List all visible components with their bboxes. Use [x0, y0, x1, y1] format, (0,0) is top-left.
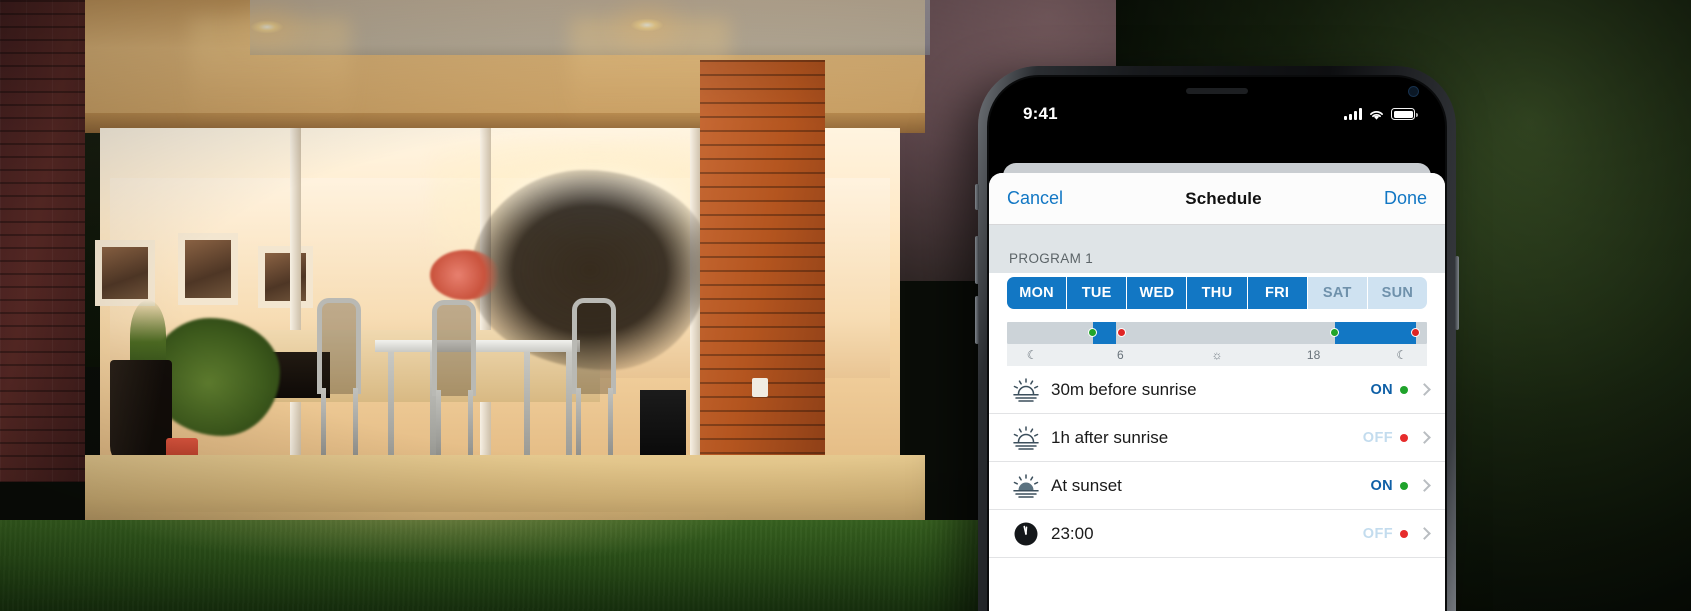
day-toggle-sun[interactable]: SUN	[1367, 277, 1427, 309]
wall-picture	[178, 233, 238, 305]
clock-icon	[1007, 521, 1045, 547]
chevron-right-icon[interactable]	[1418, 383, 1431, 396]
pink-flowers	[430, 250, 500, 300]
power-button[interactable]	[1455, 256, 1459, 330]
black-planter	[110, 360, 172, 468]
table-leg	[388, 352, 394, 462]
chair-leg	[436, 390, 441, 460]
wall-switch-plate	[752, 378, 768, 397]
chevron-right-icon[interactable]	[1418, 527, 1431, 540]
chair-leg	[353, 388, 358, 458]
volume-down-button[interactable]	[975, 296, 979, 344]
silent-switch[interactable]	[975, 184, 979, 210]
timeline-block[interactable]	[1334, 322, 1417, 344]
status-dot-icon	[1400, 529, 1408, 538]
wall-picture	[95, 240, 155, 306]
table-leg	[524, 352, 530, 457]
section-header-program: PROGRAM 1	[989, 225, 1445, 273]
chair-back	[572, 298, 616, 394]
chair-back	[432, 300, 476, 396]
axis-tick-18: 18	[1306, 348, 1321, 362]
status-dot-icon	[1400, 385, 1408, 394]
chair-leg	[608, 388, 613, 458]
timeline-marker-off[interactable]	[1411, 328, 1421, 337]
lawn-light-spill	[120, 512, 740, 562]
status-indicators	[1344, 108, 1418, 121]
chair-leg	[321, 388, 326, 458]
chevron-right-icon[interactable]	[1418, 431, 1431, 444]
day-toggle-thu[interactable]: THU	[1187, 277, 1248, 309]
status-badge: OFF	[1362, 429, 1393, 446]
list-item-label: 1h after sunrise	[1051, 427, 1169, 447]
status-badge: ON	[1370, 477, 1393, 494]
status-time: 9:41	[1023, 104, 1058, 123]
list-item[interactable]: At sunset ON	[989, 462, 1445, 510]
brick-pier-left	[0, 0, 85, 482]
wifi-icon	[1370, 110, 1383, 120]
window-mullion	[290, 128, 301, 458]
day-toggle-sat[interactable]: SAT	[1307, 277, 1368, 309]
list-item[interactable]: 23:00 OFF	[989, 510, 1445, 558]
status-dot-icon	[1400, 433, 1408, 442]
sunrise-icon	[1007, 425, 1045, 451]
list-item[interactable]: 30m before sunrise ON	[989, 366, 1445, 414]
schedule-list: 30m before sunrise ON 1h after sunrise O…	[989, 366, 1445, 558]
patio-chair	[305, 298, 375, 458]
moon-icon: ☾	[1396, 348, 1408, 362]
list-item-label: 30m before sunrise	[1051, 379, 1197, 399]
sheet-navbar: Cancel Schedule Done	[989, 173, 1445, 225]
timeline-marker-on[interactable]	[1087, 328, 1097, 337]
brick-pier-right	[700, 60, 825, 480]
timeline-marker-on[interactable]	[1329, 328, 1339, 337]
day-toggle-mon[interactable]: MON	[1007, 277, 1068, 309]
list-item-label: At sunset	[1051, 475, 1122, 495]
earpiece-speaker-icon	[1186, 88, 1248, 94]
timeline-marker-off[interactable]	[1117, 328, 1127, 337]
patio-chair	[420, 300, 490, 460]
moon-icon: ☾	[1026, 348, 1038, 362]
status-badge: ON	[1370, 381, 1393, 398]
battery-icon	[1391, 108, 1418, 120]
timeline-axis: ☾ 6 ☼ 18 ☾	[1007, 344, 1427, 366]
page-title: Schedule	[1185, 188, 1262, 208]
timeline-track[interactable]	[1007, 322, 1427, 344]
schedule-sheet: Cancel Schedule Done PROGRAM 1 MON TUE W…	[989, 173, 1445, 611]
list-item[interactable]: 1h after sunrise OFF	[989, 414, 1445, 462]
notch	[1126, 77, 1308, 107]
patio-chair	[560, 298, 630, 458]
chair-back	[317, 298, 361, 394]
day-toggle-fri[interactable]: FRI	[1247, 277, 1308, 309]
chevron-right-icon[interactable]	[1418, 479, 1431, 492]
pot-light	[250, 20, 284, 34]
day-toggle-tue[interactable]: TUE	[1067, 277, 1128, 309]
light-cone	[190, 18, 350, 128]
chair-leg	[576, 388, 581, 458]
volume-up-button[interactable]	[975, 236, 979, 284]
list-item-label: 23:00	[1051, 523, 1094, 543]
axis-tick-6: 6	[1117, 348, 1124, 362]
day-selector[interactable]: MON TUE WED THU FRI SAT SUN	[989, 273, 1445, 313]
sun-icon: ☼	[1211, 348, 1223, 362]
phone-device: 9:41 Cancel Schedule Done PROGRAM 1 MON …	[975, 66, 1459, 611]
sunset-icon	[1007, 473, 1045, 499]
timeline-section: ☾ 6 ☼ 18 ☾	[989, 313, 1445, 366]
phone-screen: 9:41 Cancel Schedule Done PROGRAM 1 MON …	[987, 75, 1447, 611]
pot-light	[630, 18, 664, 32]
status-dot-icon	[1400, 481, 1408, 490]
chair-leg	[468, 390, 473, 460]
sunrise-icon	[1007, 377, 1045, 403]
done-button[interactable]: Done	[1384, 188, 1427, 209]
signal-bars-icon	[1344, 108, 1362, 120]
status-badge: OFF	[1362, 525, 1393, 542]
cancel-button[interactable]: Cancel	[1007, 188, 1063, 209]
day-toggle-wed[interactable]: WED	[1127, 277, 1188, 309]
